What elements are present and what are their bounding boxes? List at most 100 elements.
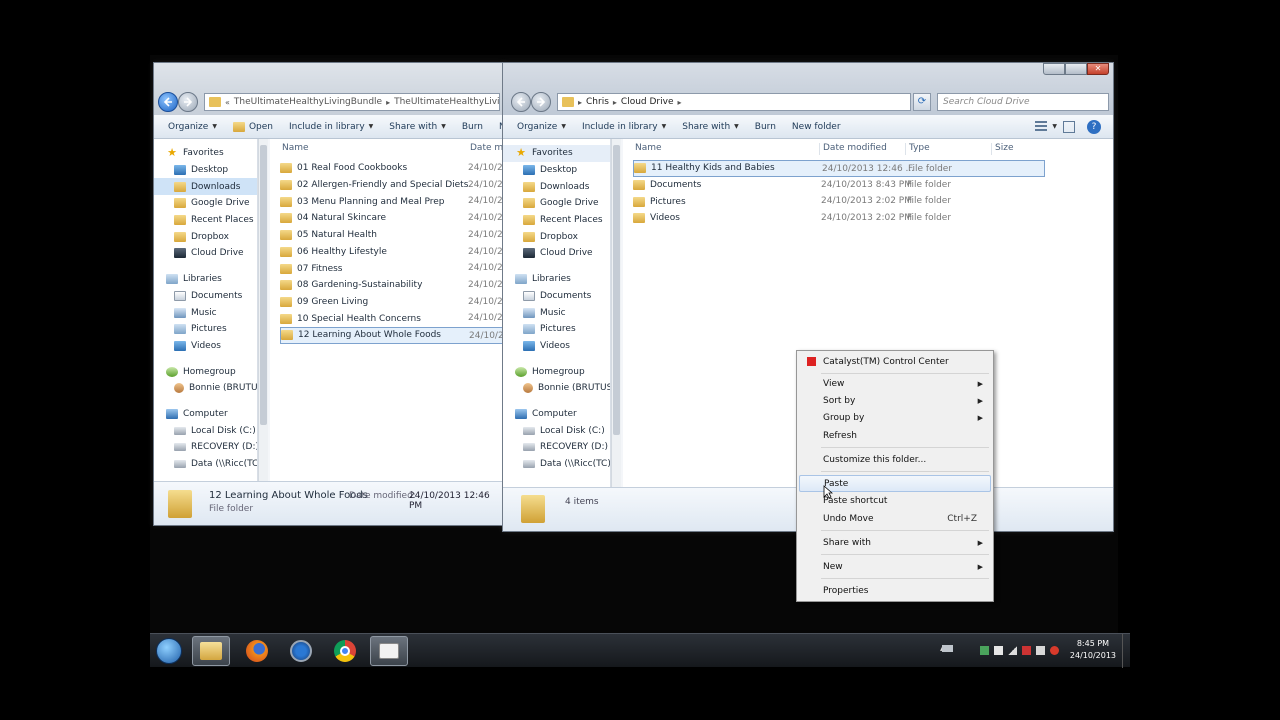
file-row[interactable]: 02 Allergen-Friendly and Special Diets 24…	[280, 177, 504, 194]
scrollbar-thumb[interactable]	[613, 145, 620, 435]
nav-favorites[interactable]: ★ Favorites	[154, 145, 257, 162]
burn-button[interactable]: Burn	[454, 122, 491, 132]
breadcrumb-item[interactable]: TheUltimateHealthyLivingBundle	[234, 97, 382, 107]
nav-item-dropbox[interactable]: Dropbox	[154, 228, 257, 245]
nav-item-bonnie[interactable]: Bonnie (BRUTUS)	[503, 380, 610, 397]
breadcrumb-item[interactable]: Cloud Drive	[621, 97, 674, 107]
taskbar-chrome[interactable]	[326, 636, 364, 666]
column-header-type[interactable]: Type	[909, 143, 930, 157]
taskbar-explorer[interactable]	[192, 636, 230, 666]
nav-item-downloads[interactable]: Downloads	[154, 178, 257, 196]
menu-item-group-by[interactable]: Group by ▶	[799, 409, 991, 426]
menu-item-customize[interactable]: Customize this folder...	[799, 451, 991, 468]
forward-button[interactable]	[531, 92, 551, 112]
chevron-right-icon[interactable]: ▸	[578, 98, 582, 107]
nav-item-documents[interactable]: Documents	[503, 288, 610, 305]
nav-item-recovery[interactable]: RECOVERY (D:)	[503, 439, 610, 456]
chevron-right-icon[interactable]: ▸	[386, 98, 390, 107]
flag-icon[interactable]	[994, 646, 1003, 655]
volume-icon[interactable]	[1036, 646, 1045, 655]
nav-favorites[interactable]: ★ Favorites	[503, 145, 610, 162]
scrollbar-thumb[interactable]	[260, 145, 267, 425]
update-tray-icon[interactable]	[1050, 646, 1059, 655]
minimize-button[interactable]	[1043, 63, 1065, 75]
file-row[interactable]: 12 Learning About Whole Foods 24/10/2	[280, 327, 504, 344]
organize-button[interactable]: Organize ▼	[509, 122, 574, 132]
burn-button[interactable]: Burn	[747, 122, 784, 132]
nav-libraries[interactable]: Libraries	[503, 271, 610, 288]
column-header-date[interactable]: Date mod	[470, 143, 504, 157]
file-row[interactable]: 04 Natural Skincare 24/10/2	[280, 210, 504, 227]
address-bar[interactable]: ▸ Chris ▸ Cloud Drive ▸	[557, 93, 911, 111]
nav-item-videos[interactable]: Videos	[503, 338, 610, 355]
file-row[interactable]: 07 Fitness 24/10/2	[280, 260, 504, 277]
nav-homegroup[interactable]: Homegroup	[503, 363, 610, 380]
column-header-name[interactable]: Name	[635, 143, 662, 157]
back-button[interactable]	[158, 92, 178, 112]
nav-item-recovery[interactable]: RECOVERY (D:)	[154, 439, 257, 456]
nav-item-desktop[interactable]: Desktop	[154, 162, 257, 179]
nav-item-music[interactable]: Music	[154, 304, 257, 321]
nav-homegroup[interactable]: Homegroup	[154, 363, 257, 380]
menu-item-share-with[interactable]: Share with ▶	[799, 534, 991, 551]
file-row[interactable]: 11 Healthy Kids and Babies 24/10/2013 12:…	[633, 160, 1045, 177]
search-input[interactable]: Search Cloud Drive	[937, 93, 1109, 111]
nav-computer[interactable]: Computer	[154, 406, 257, 423]
file-row[interactable]: 08 Gardening-Sustainability 24/10/2	[280, 277, 504, 294]
start-button[interactable]	[150, 636, 188, 666]
file-row[interactable]: Documents 24/10/2013 8:43 PM File folder	[633, 177, 1045, 194]
view-options-button[interactable]	[1035, 121, 1047, 132]
security-tray-icon[interactable]	[1022, 646, 1031, 655]
nav-item-google-drive[interactable]: Google Drive	[154, 195, 257, 212]
nav-item-downloads[interactable]: Downloads	[503, 178, 610, 195]
file-row[interactable]: 03 Menu Planning and Meal Prep 24/10/2	[280, 193, 504, 210]
nav-item-data-network[interactable]: Data (\\Ricc(TC)	[503, 456, 610, 473]
nav-item-google-drive[interactable]: Google Drive	[503, 195, 610, 212]
menu-item-view[interactable]: View ▶	[799, 375, 991, 392]
nav-item-bonnie[interactable]: Bonnie (BRUTUS)	[154, 380, 257, 397]
close-button[interactable]: ✕	[1087, 63, 1109, 75]
column-header-name[interactable]: Name	[282, 143, 309, 157]
preview-pane-button[interactable]	[1063, 121, 1075, 133]
file-row[interactable]: 05 Natural Health 24/10/2	[280, 227, 504, 244]
taskbar-firefox[interactable]	[238, 636, 276, 666]
chevron-right-icon[interactable]: ▸	[678, 98, 682, 107]
nav-scrollbar[interactable]	[258, 139, 268, 481]
maximize-button[interactable]	[1065, 63, 1087, 75]
nav-item-pictures[interactable]: Pictures	[503, 321, 610, 338]
nav-libraries[interactable]: Libraries	[154, 271, 257, 288]
file-row[interactable]: 06 Healthy Lifestyle 24/10/2	[280, 244, 504, 261]
taskbar-window[interactable]	[370, 636, 408, 666]
menu-item-refresh[interactable]: Refresh	[799, 427, 991, 444]
nav-item-pictures[interactable]: Pictures	[154, 321, 257, 338]
refresh-button[interactable]: ⟳	[913, 93, 931, 111]
nav-item-documents[interactable]: Documents	[154, 288, 257, 305]
nav-scrollbar[interactable]	[611, 139, 621, 487]
new-folder-button[interactable]: New folder	[784, 122, 849, 132]
show-desktop-button[interactable]	[1122, 634, 1130, 668]
nav-item-data-network[interactable]: Data (\\Ricc(TC)	[154, 456, 257, 473]
organize-button[interactable]: Organize ▼	[160, 122, 225, 132]
share-with-button[interactable]: Share with ▼	[381, 122, 454, 132]
keyboard-tray-icon[interactable]	[942, 645, 953, 652]
column-header-size[interactable]: Size	[995, 143, 1013, 157]
menu-item-undo-move[interactable]: Undo Move Ctrl+Z	[799, 510, 991, 527]
nav-item-music[interactable]: Music	[503, 304, 610, 321]
network-tray-icon[interactable]	[980, 646, 989, 655]
wifi-signal-icon[interactable]	[1008, 646, 1017, 655]
include-in-library-button[interactable]: Include in library ▼	[574, 122, 674, 132]
file-row[interactable]: 01 Real Food Cookbooks 24/10/2	[280, 160, 504, 177]
nav-item-recent-places[interactable]: Recent Places	[154, 212, 257, 229]
share-with-button[interactable]: Share with ▼	[674, 122, 747, 132]
file-row[interactable]: 09 Green Living 24/10/2	[280, 294, 504, 311]
nav-item-recent-places[interactable]: Recent Places	[503, 212, 610, 229]
include-in-library-button[interactable]: Include in library ▼	[281, 122, 381, 132]
system-clock[interactable]: 8:45 PM 24/10/2013	[1070, 638, 1116, 662]
nav-item-desktop[interactable]: Desktop	[503, 162, 610, 179]
column-header-date[interactable]: Date modified	[823, 143, 887, 157]
view-dropdown-caret[interactable]: ▼	[1052, 123, 1057, 130]
taskbar-app[interactable]	[282, 636, 320, 666]
file-row[interactable]: Pictures 24/10/2013 2:02 PM File folder	[633, 193, 1045, 210]
nav-item-cloud-drive[interactable]: Cloud Drive	[154, 245, 257, 262]
breadcrumb-item[interactable]: TheUltimateHealthyLivingBundle	[394, 97, 499, 107]
